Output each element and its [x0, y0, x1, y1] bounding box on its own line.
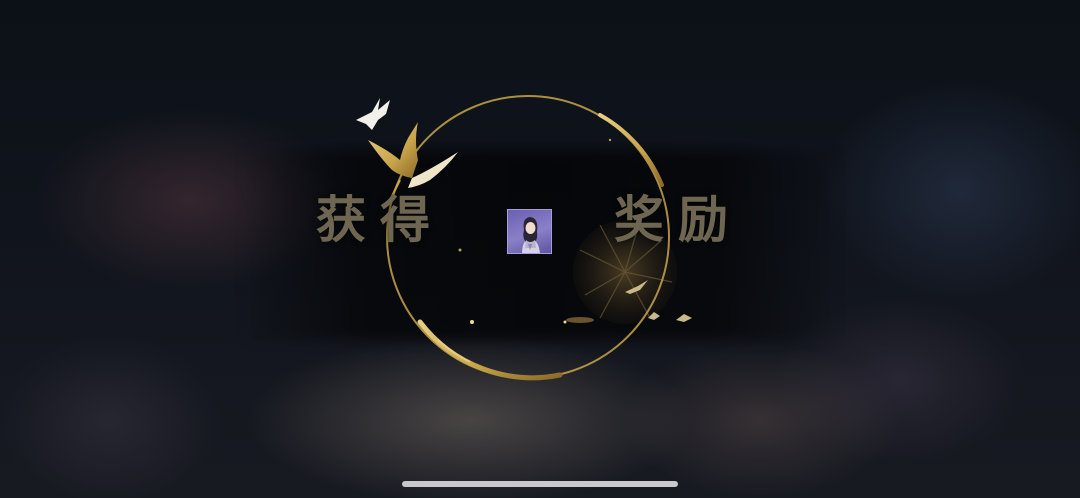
reward-title-left: 获得 [316, 190, 444, 249]
bird-icon [676, 314, 692, 322]
reward-title-right: 奖励 [614, 190, 742, 249]
home-indicator[interactable] [402, 481, 678, 487]
character-portrait-icon [522, 217, 540, 253]
reward-item-slot[interactable] [507, 209, 552, 254]
crane-icon [356, 98, 390, 130]
crane-icon [368, 122, 458, 197]
reward-screen[interactable]: 获得 奖励 [0, 0, 1080, 498]
